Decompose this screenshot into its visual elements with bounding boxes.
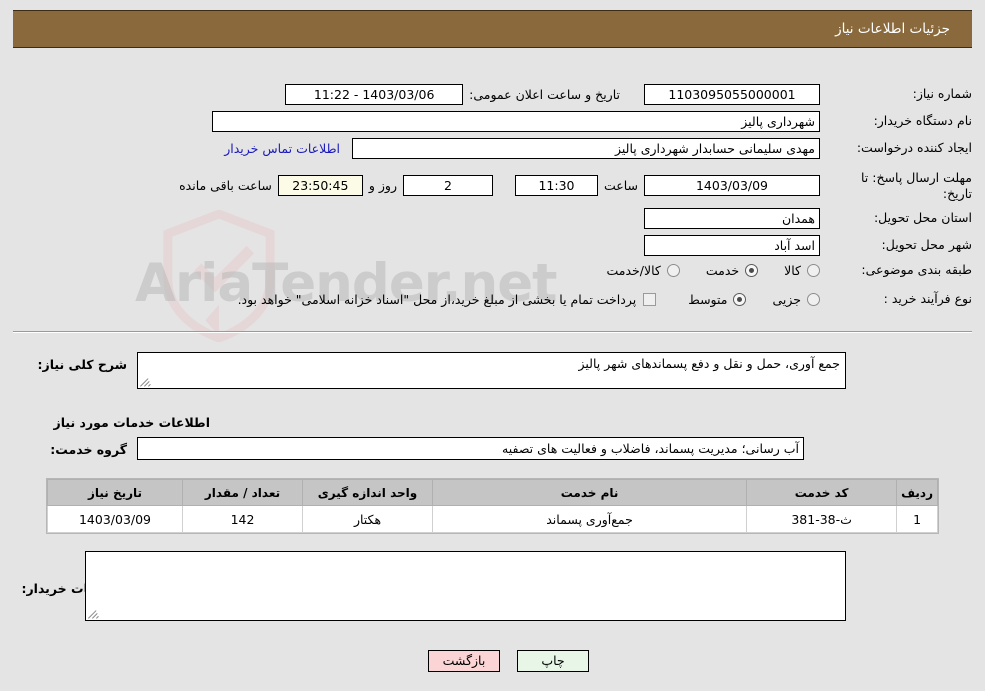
row-buyer-org: نام دستگاه خریدار: شهرداری پالیز	[212, 111, 972, 132]
col-quantity: تعداد / مقدار	[182, 479, 303, 506]
service-group-label: گروه خدمت:	[50, 442, 127, 457]
needs-table: ردیف کد خدمت نام خدمت واحد اندازه گیری ت…	[47, 479, 938, 533]
creator-label: ایجاد کننده درخواست:	[856, 140, 972, 156]
province-field: همدان	[644, 208, 820, 229]
resize-grip-icon[interactable]	[88, 609, 99, 619]
cell-row-no: 1	[896, 505, 938, 533]
deadline-days-label: روز و	[368, 178, 397, 194]
service-group-value: آب رسانی؛ مدیریت پسماند، فاضلاب و فعالیت…	[502, 441, 799, 456]
need-summary-textarea[interactable]: جمع آوری، حمل و نقل و دفع پسماندهای شهر …	[137, 352, 846, 389]
payment-checkbox[interactable]	[643, 292, 657, 306]
radio-icon[interactable]	[807, 292, 820, 306]
page-header: جزئیات اطلاعات نیاز	[13, 10, 972, 48]
city-label: شهر محل تحویل:	[881, 237, 972, 253]
public-announce-field: 11:22 - 1403/03/06	[285, 84, 464, 105]
cell-service-code: ث-38-381	[746, 505, 898, 533]
deadline-time-field: 11:30	[514, 175, 598, 197]
category-option-khedmat[interactable]: خدمت	[705, 262, 759, 278]
cell-service-name: جمع‌آوری پسماند	[431, 505, 748, 533]
buyer-org-label: نام دستگاه خریدار:	[873, 113, 972, 129]
city-field: اسد آباد	[644, 235, 820, 256]
page-root: جزئیات اطلاعات نیاز AriaTender.net شماره…	[0, 0, 985, 691]
radio-icon[interactable]	[745, 263, 759, 277]
buyer-org-field: شهرداری پالیز	[212, 111, 820, 132]
radio-icon[interactable]	[733, 292, 747, 306]
row-category: طبقه بندی موضوعی: کالا خدمت کالا/خدمت	[580, 262, 972, 279]
process-option-motavaset[interactable]: متوسط	[688, 291, 747, 307]
payment-checkbox-label: پرداخت تمام یا بخشی از مبلغ خرید،از محل …	[237, 291, 637, 307]
need-number-field: 1103095055000001	[644, 84, 820, 105]
row-province: استان محل تحویل: همدان	[644, 208, 972, 229]
category-option-label: خدمت	[705, 262, 740, 278]
row-deadline: مهلت ارسال پاسخ: تا تاریخ: 1403/03/09 سا…	[173, 170, 972, 201]
category-label: طبقه بندی موضوعی:	[861, 262, 972, 277]
needs-table-wrapper: ردیف کد خدمت نام خدمت واحد اندازه گیری ت…	[46, 478, 939, 534]
radio-icon[interactable]	[807, 263, 820, 277]
province-label: استان محل تحویل:	[873, 210, 972, 226]
need-summary-label: شرح کلی نیاز:	[37, 357, 127, 372]
deadline-date-field: 1403/03/09	[644, 175, 820, 197]
services-section-heading: اطلاعات خدمات مورد نیاز	[53, 415, 211, 430]
countdown-field: 23:50:45	[277, 175, 363, 197]
table-header-row: ردیف کد خدمت نام خدمت واحد اندازه گیری ت…	[47, 479, 938, 506]
process-label: نوع فرآیند خرید :	[883, 291, 972, 306]
radio-icon[interactable]	[666, 263, 680, 277]
back-button[interactable]: بازگشت	[428, 650, 500, 672]
cell-need-date: 1403/03/09	[47, 505, 183, 533]
col-row-no: ردیف	[896, 479, 938, 506]
deadline-days-field: 2	[402, 175, 493, 197]
need-summary-value: جمع آوری، حمل و نقل و دفع پسماندهای شهر …	[578, 356, 840, 371]
process-radio-group: جزیی متوسط	[662, 292, 820, 307]
public-announce-label: تاریخ و ساعت اعلان عمومی:	[469, 87, 620, 102]
buyer-comments-textarea[interactable]	[85, 551, 846, 621]
row-city: شهر محل تحویل: اسد آباد	[644, 235, 972, 256]
category-option-label: کالا	[784, 262, 801, 278]
category-option-kala-khedmat[interactable]: کالا/خدمت	[606, 262, 680, 278]
category-option-label: کالا/خدمت	[606, 262, 661, 278]
table-row: 1 ث-38-381 جمع‌آوری پسماند هکتار 142 140…	[47, 505, 938, 533]
col-unit: واحد اندازه گیری	[302, 479, 433, 506]
buyer-contact-link[interactable]: اطلاعات تماس خریدار	[224, 141, 352, 156]
category-option-kala[interactable]: کالا	[784, 263, 820, 278]
resize-grip-icon[interactable]	[140, 377, 151, 387]
countdown-label: ساعت باقی مانده	[179, 178, 272, 194]
service-group-field: آب رسانی؛ مدیریت پسماند، فاضلاب و فعالیت…	[137, 437, 804, 460]
page-title: جزئیات اطلاعات نیاز	[835, 21, 950, 37]
process-option-jozii[interactable]: جزیی	[772, 292, 820, 307]
col-service-code: کد خدمت	[746, 479, 898, 506]
deadline-label: مهلت ارسال پاسخ: تا تاریخ:	[861, 170, 972, 201]
col-service-name: نام خدمت	[431, 479, 748, 506]
row-process-type: نوع فرآیند خرید : جزیی متوسط پرداخت تمام…	[238, 291, 972, 308]
row-need-number: شماره نیاز: 1103095055000001 تاریخ و ساع…	[285, 84, 972, 105]
col-need-date: تاریخ نیاز	[47, 479, 183, 506]
cell-quantity: 142	[182, 505, 303, 533]
need-number-label: شماره نیاز:	[912, 86, 972, 102]
deadline-time-label: ساعت	[603, 178, 638, 194]
print-button[interactable]: چاپ	[517, 650, 589, 672]
category-radio-group: کالا خدمت کالا/خدمت	[580, 263, 820, 278]
row-creator: ایجاد کننده درخواست: مهدی سلیمانی حسابدا…	[224, 138, 972, 159]
panel-divider-1	[13, 331, 972, 333]
top-form-panel: شماره نیاز: 1103095055000001 تاریخ و ساع…	[13, 60, 972, 330]
process-option-label: متوسط	[688, 291, 728, 307]
creator-field: مهدی سلیمانی حسابدار شهرداری پالیز	[352, 138, 820, 159]
cell-unit: هکتار	[302, 505, 433, 533]
process-option-label: جزیی	[772, 291, 801, 307]
